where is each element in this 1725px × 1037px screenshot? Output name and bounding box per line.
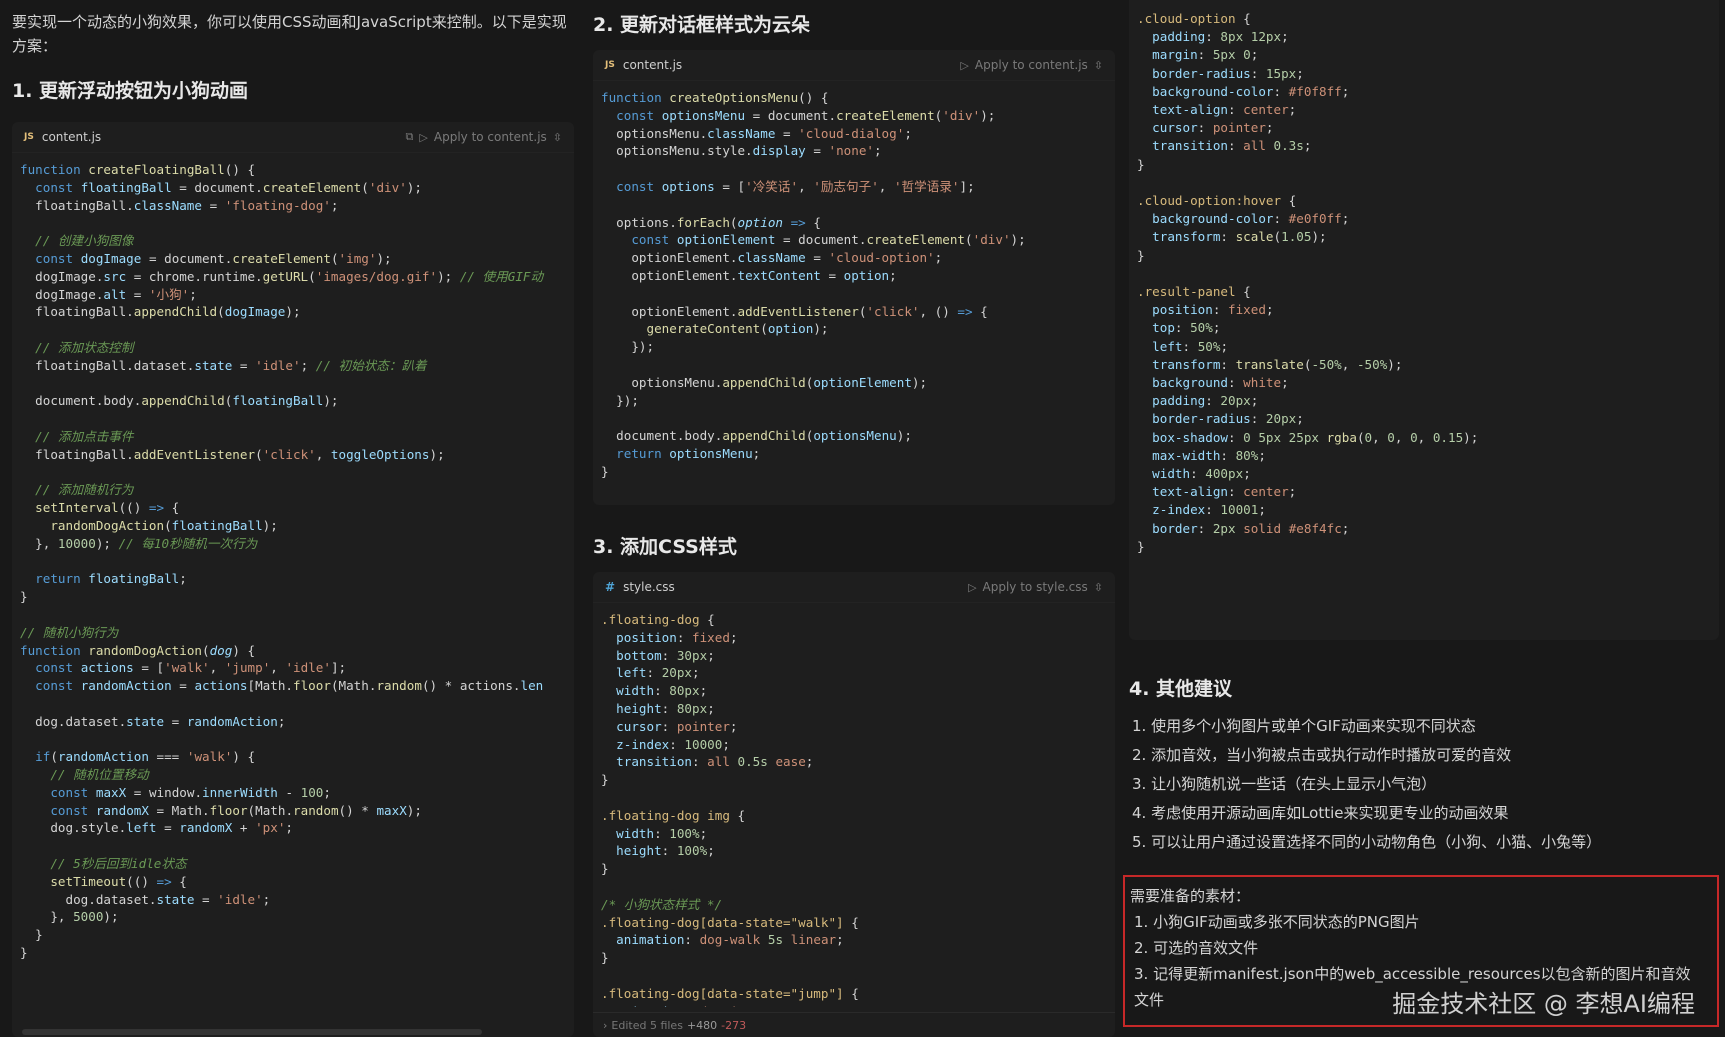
code-block-style-css: # style.css ▷ Apply to style.css ⇳ .floa…	[593, 572, 1115, 1037]
chevron-right-icon: ›	[603, 1018, 608, 1032]
code-content: function createOptionsMenu() { const opt…	[601, 90, 1026, 479]
list-item: 4. 考虑使用开源动画库如Lottie来实现更专业的动画效果	[1132, 804, 1509, 822]
code-block-filename: content.js	[41, 130, 102, 144]
apply-button[interactable]: Apply to style.css	[983, 580, 1088, 594]
code-block-content-js-2: JS content.js ▷ Apply to content.js ⇳ fu…	[593, 50, 1115, 505]
intro-text: 要实现一个动态的小狗效果，你可以使用CSS动画和JavaScript来控制。以下…	[12, 13, 567, 55]
section-title-1: 1. 更新浮动按钮为小狗动画	[12, 80, 249, 102]
play-icon: ▷	[419, 130, 428, 144]
suggestions-list: 1. 使用多个小狗图片或单个GIF动画来实现不同状态 2. 添加音效，当小狗被点…	[1132, 712, 1692, 857]
code-block-header: JS content.js ▷ Apply to content.js ⇳	[593, 50, 1115, 81]
js-file-icon: JS	[605, 60, 615, 70]
column-left: 要实现一个动态的小狗效果，你可以使用CSS动画和JavaScript来控制。以下…	[0, 0, 580, 1037]
code-content: .cloud-option { padding: 8px 12px; margi…	[1137, 11, 1479, 554]
play-icon: ▷	[968, 580, 977, 594]
code-content: .floating-dog { position: fixed; bottom:…	[601, 612, 859, 1007]
apply-button[interactable]: Apply to content.js	[434, 130, 547, 144]
edited-files-bar[interactable]: › Edited 5 files +480 -273	[593, 1012, 1115, 1037]
chevron-updown-icon[interactable]: ⇳	[1094, 581, 1103, 594]
horizontal-scrollbar[interactable]	[22, 1029, 482, 1035]
section-title-4: 4. 其他建议	[1129, 678, 1233, 700]
list-item: 1. 小狗GIF动画或多张不同状态的PNG图片	[1134, 913, 1420, 931]
list-item: 2. 可选的音效文件	[1134, 939, 1259, 957]
play-icon: ▷	[960, 58, 969, 72]
section-title-3: 3. 添加CSS样式	[593, 536, 737, 558]
list-item: 3. 让小狗随机说一些话（在头上显示小气泡）	[1132, 775, 1437, 793]
apply-button[interactable]: Apply to content.js	[975, 58, 1088, 72]
materials-title: 需要准备的素材：	[1130, 887, 1251, 905]
code-content: function createFloatingBall() { const fl…	[20, 162, 544, 961]
code-block-header: JS content.js ⧉ ▷ Apply to content.js ⇳	[12, 122, 574, 153]
chevron-updown-icon[interactable]: ⇳	[553, 131, 562, 144]
list-item: 2. 添加音效，当小狗被点击或执行动作时播放可爱的音效	[1132, 746, 1512, 764]
list-item: 5. 可以让用户通过设置选择不同的小动物角色（小狗、小猫、小兔等）	[1132, 833, 1602, 851]
code-block-header: # style.css ▷ Apply to style.css ⇳	[593, 572, 1115, 603]
section-title-2: 2. 更新对话框样式为云朵	[593, 14, 811, 36]
css-file-icon: #	[605, 580, 616, 594]
watermark: 掘金技术社区 @ 李想AI编程	[1392, 990, 1695, 1018]
code-block-filename: content.js	[622, 58, 683, 72]
lines-added: +480	[686, 1018, 718, 1032]
lines-removed: -273	[721, 1018, 747, 1032]
column-middle: 2. 更新对话框样式为云朵 JS content.js ▷ Apply to c…	[585, 0, 1120, 1037]
code-block-content-js-1: JS content.js ⧉ ▷ Apply to content.js ⇳ …	[12, 122, 574, 1037]
edited-files-label: Edited 5 files	[611, 1018, 683, 1032]
list-item: 1. 使用多个小狗图片或单个GIF动画来实现不同状态	[1132, 717, 1476, 735]
chevron-updown-icon[interactable]: ⇳	[1094, 59, 1103, 72]
js-file-icon: JS	[24, 132, 34, 142]
code-block-filename: style.css	[623, 580, 675, 594]
code-block-style-css-continued: .cloud-option { padding: 8px 12px; margi…	[1129, 0, 1719, 640]
copy-icon[interactable]: ⧉	[406, 130, 414, 144]
